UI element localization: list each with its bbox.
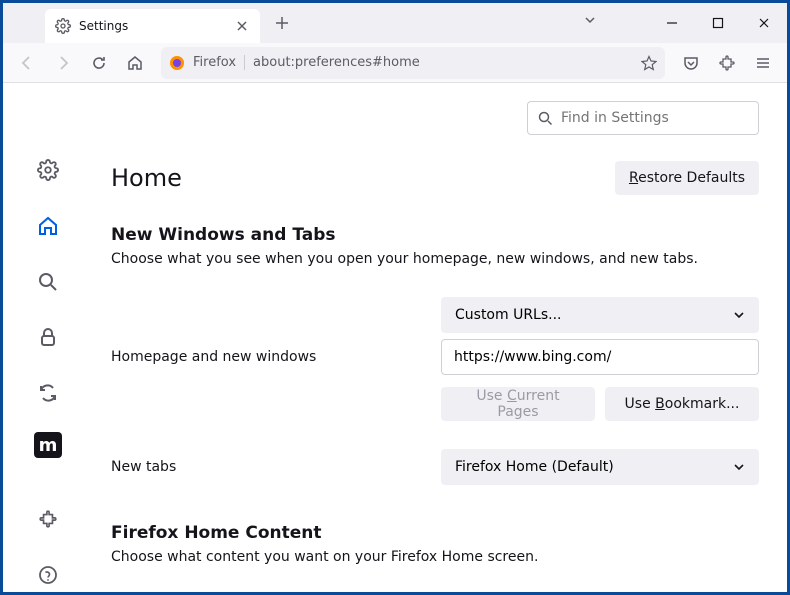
sidebar-search-icon[interactable] [30,265,66,299]
extensions-button[interactable] [711,47,743,79]
url-path: about:preferences#home [253,55,633,70]
homepage-url-input[interactable] [441,339,759,375]
newtabs-select-value: Firefox Home (Default) [455,459,614,475]
homepage-label: Homepage and new windows [111,349,441,365]
titlebar: Settings [3,3,787,43]
home-content-desc: Choose what content you want on your Fir… [111,549,759,565]
sidebar-general-icon[interactable] [30,153,66,187]
reload-button[interactable] [83,47,115,79]
new-windows-desc: Choose what you see when you open your h… [111,251,759,267]
forward-button[interactable] [47,47,79,79]
use-current-pages-button[interactable]: Use Current Pages [441,387,595,421]
chevron-down-icon [733,309,745,321]
homepage-select-value: Custom URLs... [455,307,562,323]
find-in-settings[interactable] [527,101,759,135]
find-in-settings-input[interactable] [561,110,748,126]
homepage-select[interactable]: Custom URLs... [441,297,759,333]
restore-defaults-button[interactable]: Restore Defaults [615,161,759,195]
content-area: m Home Restore Defaults New Windows and … [3,83,787,592]
back-button[interactable] [11,47,43,79]
firefox-icon [169,55,185,71]
minimize-button[interactable] [649,3,695,43]
sidebar-help-icon[interactable] [30,558,66,592]
sidebar-privacy-icon[interactable] [30,320,66,354]
home-button[interactable] [119,47,151,79]
window-controls [649,3,787,43]
bookmark-star-icon[interactable] [641,55,657,71]
pocket-button[interactable] [675,47,707,79]
sidebar-extensions-icon[interactable] [30,502,66,536]
tabs-chevron-icon[interactable] [583,13,597,27]
use-bookmark-button[interactable]: Use Bookmark... [605,387,759,421]
sidebar-m-icon[interactable]: m [34,432,62,458]
browser-tab[interactable]: Settings [45,9,260,43]
home-content-heading: Firefox Home Content [111,523,759,543]
newtabs-label: New tabs [111,459,441,475]
sidebar-home-icon[interactable] [30,209,66,243]
maximize-button[interactable] [695,3,741,43]
gear-icon [55,18,71,34]
settings-sidebar: m [3,83,93,592]
close-icon[interactable] [234,18,250,34]
main-panel: Home Restore Defaults New Windows and Ta… [93,83,787,592]
new-windows-heading: New Windows and Tabs [111,225,759,245]
newtabs-select[interactable]: Firefox Home (Default) [441,449,759,485]
search-icon [538,111,553,126]
url-bar[interactable]: Firefox about:preferences#home [161,47,665,79]
toolbar: Firefox about:preferences#home [3,43,787,83]
url-identity: Firefox [193,55,245,70]
chevron-down-icon [733,461,745,473]
close-button[interactable] [741,3,787,43]
new-tab-button[interactable] [268,9,296,37]
tab-title: Settings [79,19,226,33]
sidebar-sync-icon[interactable] [30,376,66,410]
page-title: Home [111,164,182,192]
menu-button[interactable] [747,47,779,79]
